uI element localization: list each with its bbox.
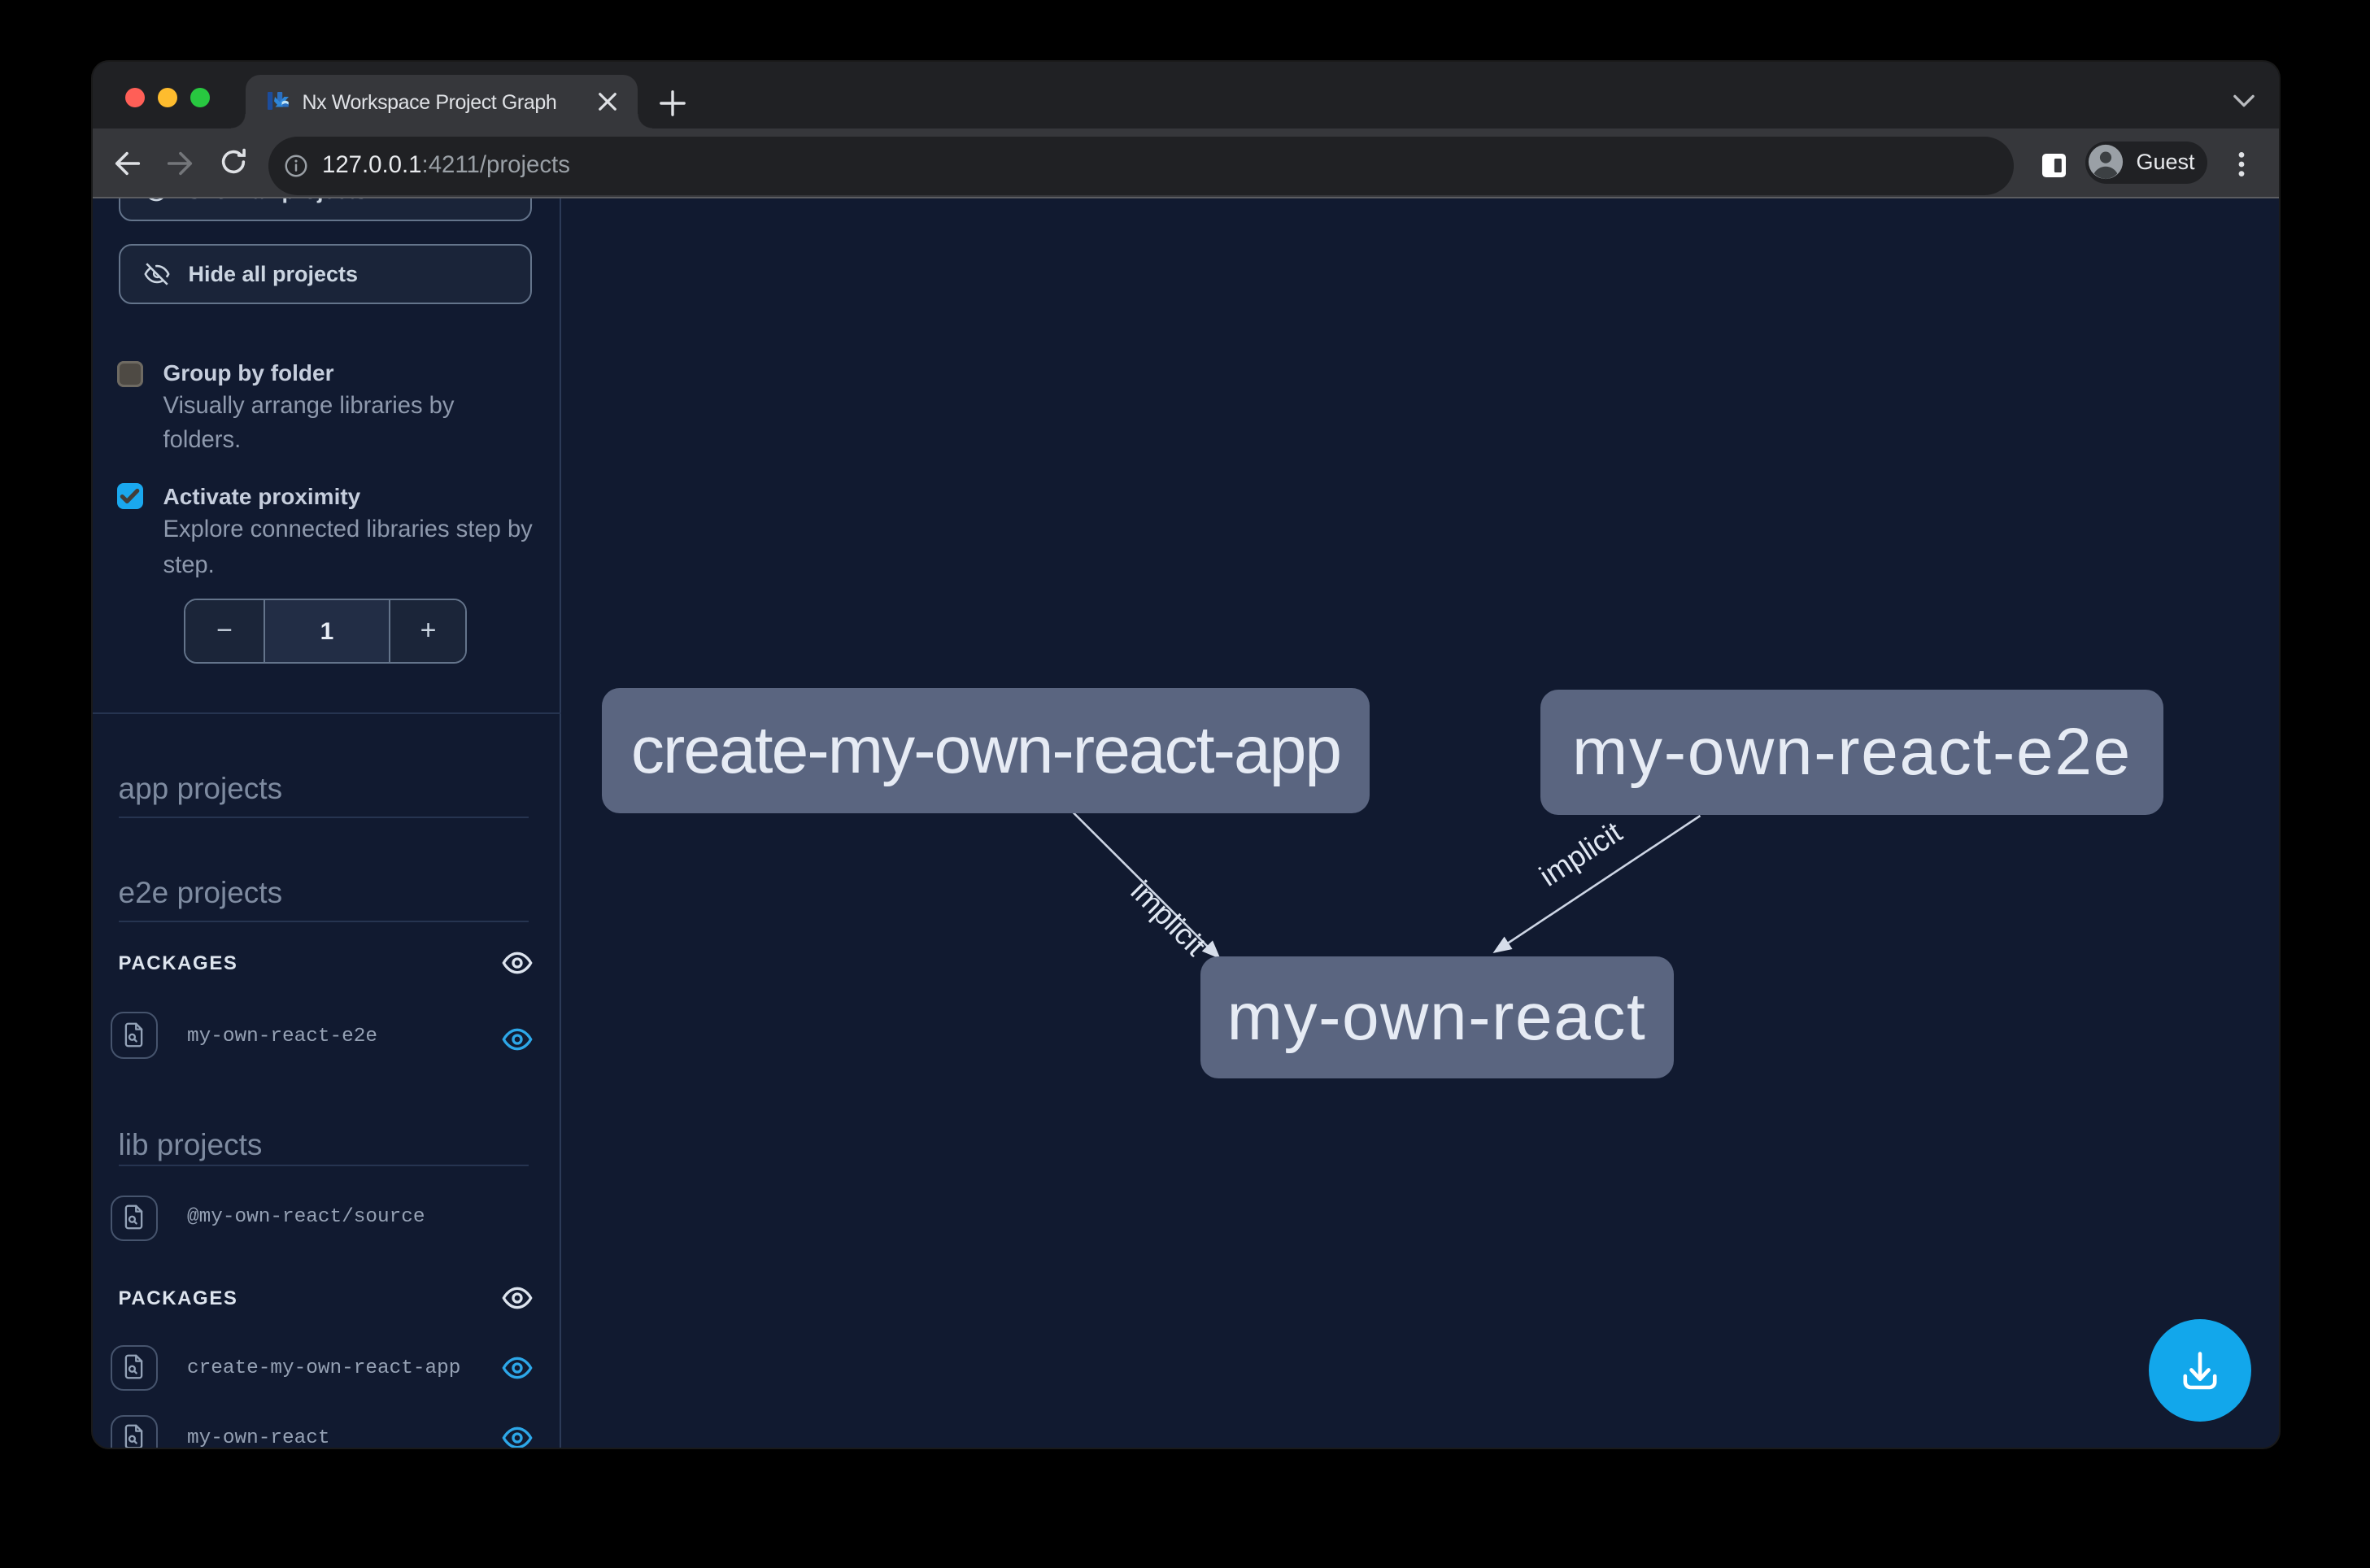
svg-text:implicit: implicit	[1124, 873, 1212, 961]
svg-text:implicit: implicit	[1532, 814, 1627, 892]
